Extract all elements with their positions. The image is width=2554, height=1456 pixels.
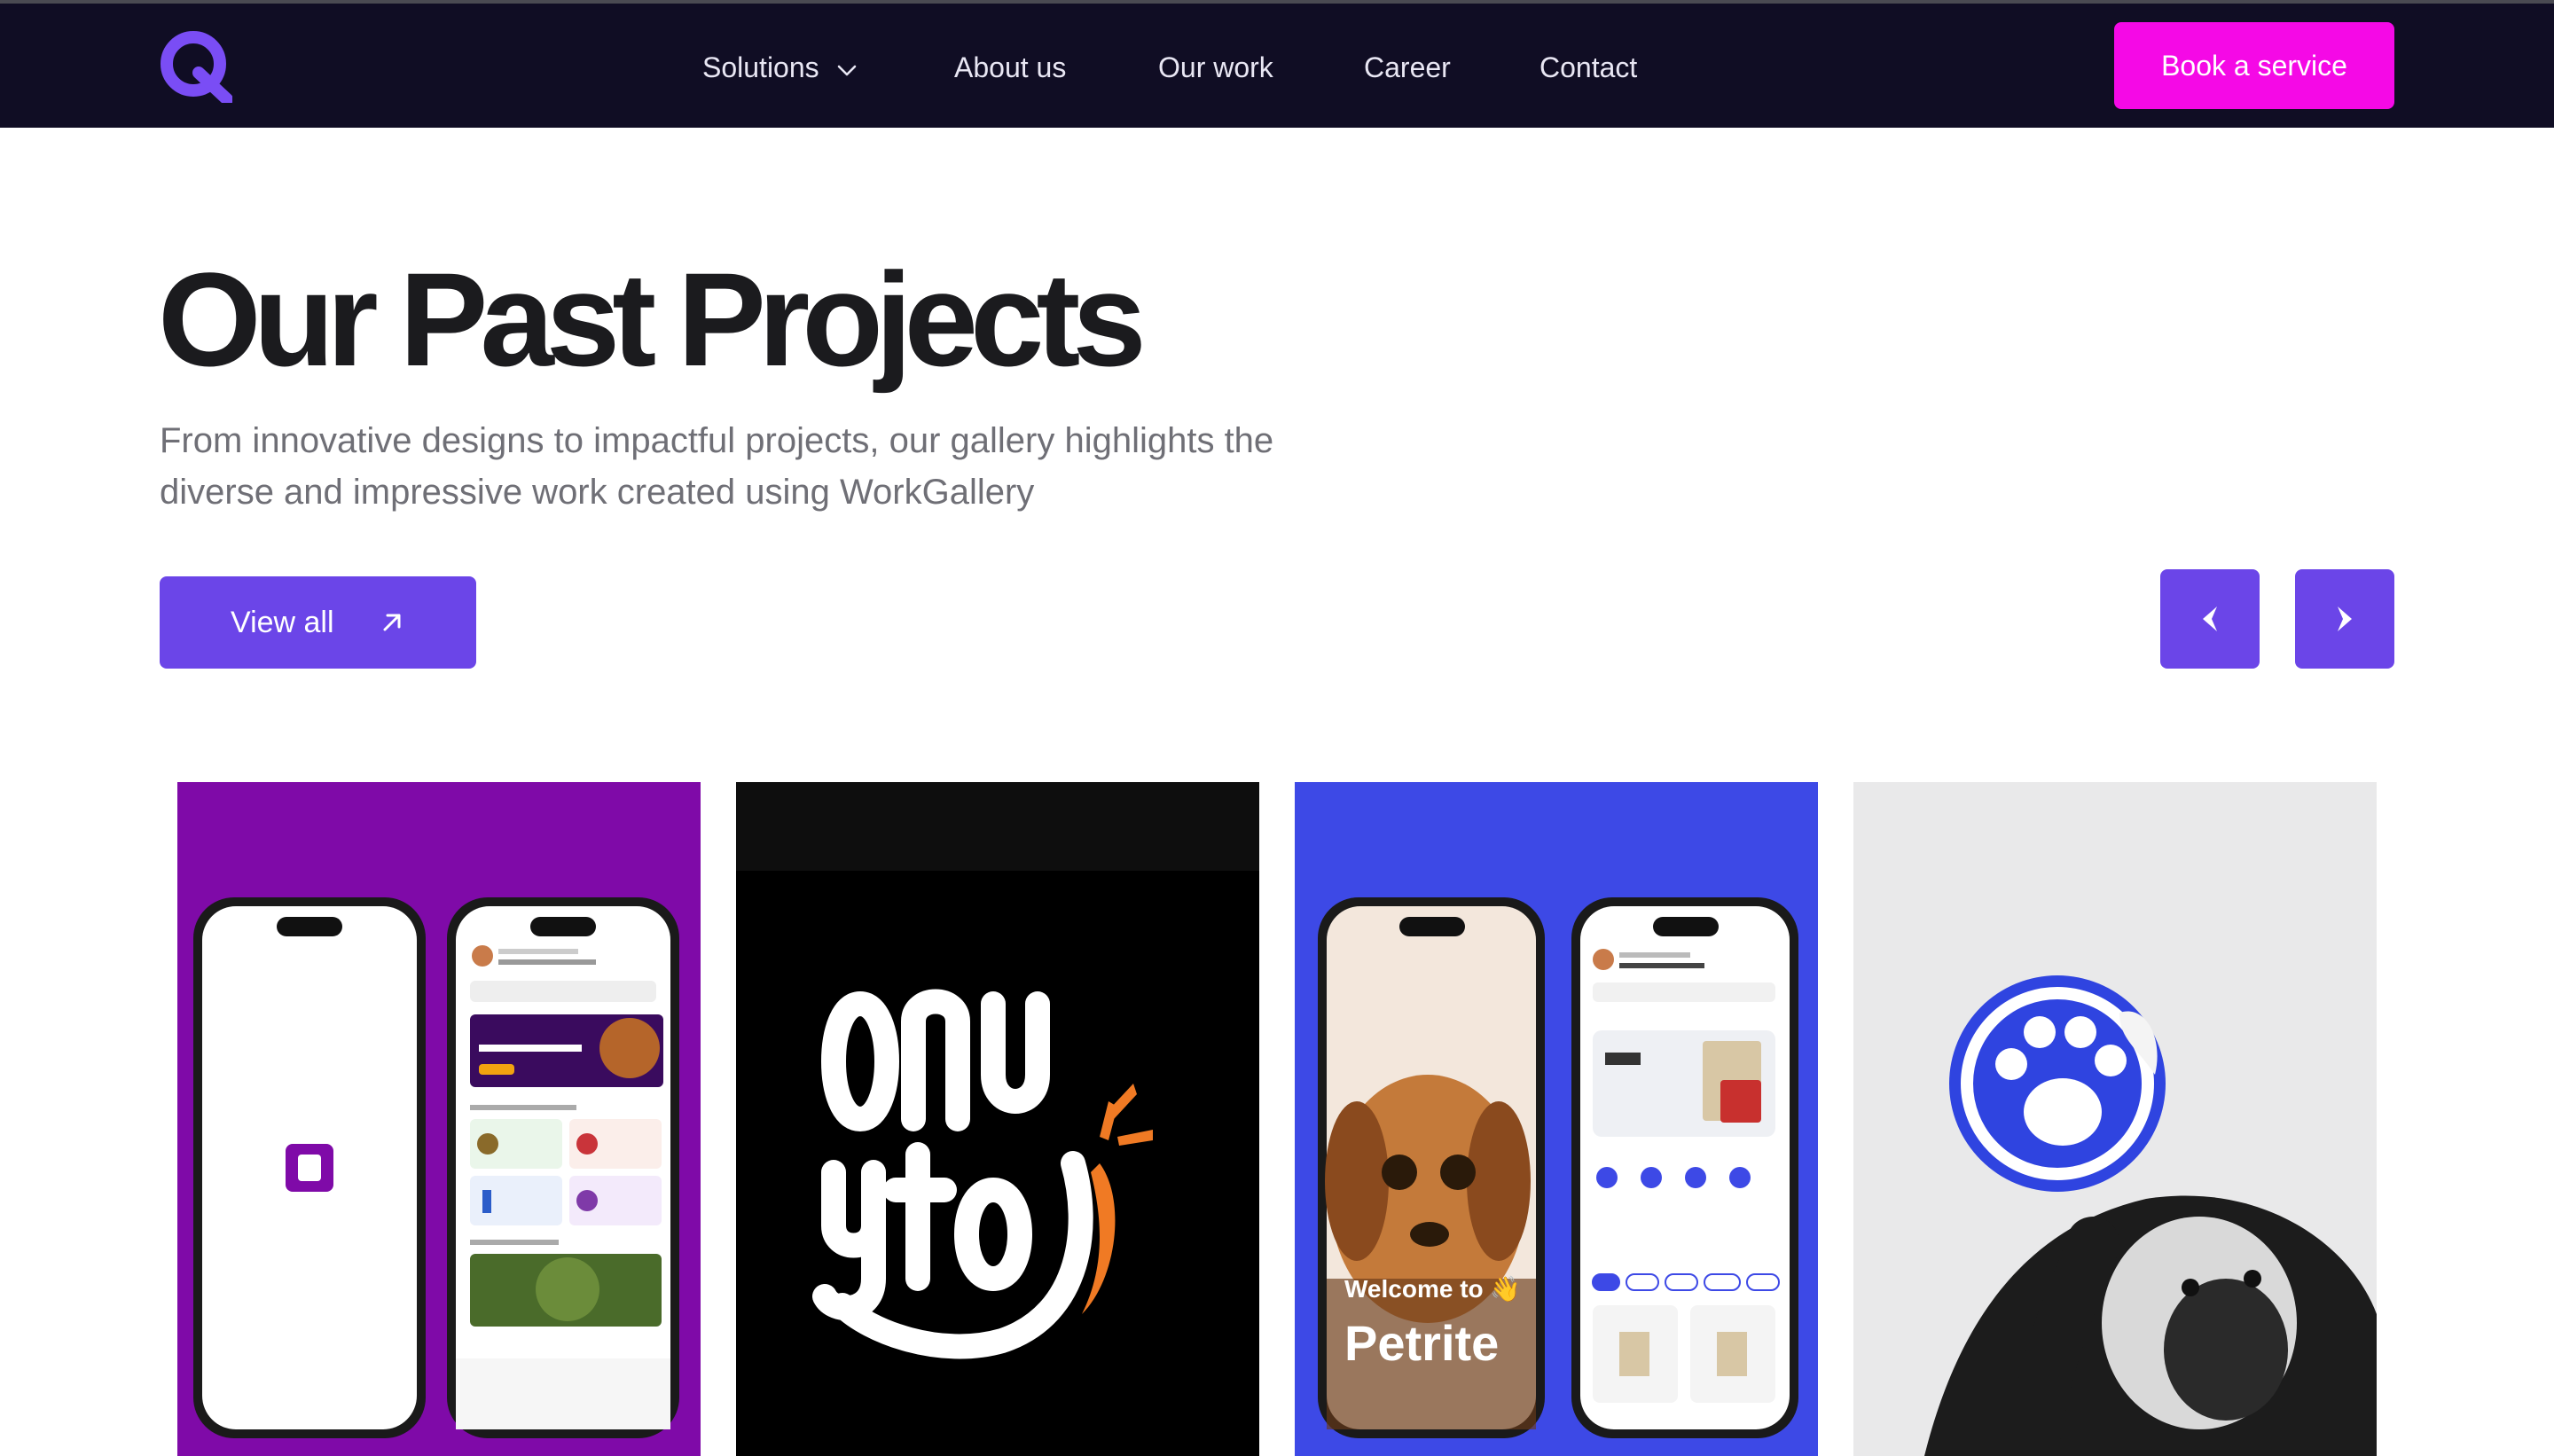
- onuyto-logo-image: [736, 782, 1259, 1359]
- carousel-prev-button[interactable]: [2160, 569, 2260, 669]
- page-subtitle: From innovative designs to impactful pro…: [160, 421, 1274, 512]
- nav-contact[interactable]: Contact: [1539, 50, 1637, 85]
- petrite-name-text: Petrite: [1344, 1315, 1500, 1371]
- project-card-petrite[interactable]: Welcome to 👋 Petrite: [1295, 782, 1818, 1456]
- view-all-label: View all: [231, 606, 334, 639]
- paw-sticker-dog-image: [1924, 975, 2377, 1456]
- nav-solutions-label: Solutions: [702, 51, 819, 83]
- food-app-mockup-image: [193, 897, 679, 1438]
- nav-our-work[interactable]: Our work: [1158, 50, 1273, 85]
- nav-solutions[interactable]: Solutions: [702, 50, 858, 85]
- page-title: Our Past Projects: [158, 245, 1147, 394]
- nav-career[interactable]: Career: [1364, 50, 1451, 85]
- arrow-up-right-icon: [383, 614, 401, 631]
- chevron-right-icon: [2338, 607, 2352, 631]
- top-navbar: Solutions About us Our work Career Conta…: [0, 4, 2554, 128]
- project-card-paw-brand[interactable]: [1853, 782, 2377, 1456]
- carousel-next-button[interactable]: [2295, 569, 2394, 669]
- nav-about-us[interactable]: About us: [954, 50, 1066, 85]
- chevron-down-icon: [837, 65, 856, 75]
- chevron-left-icon: [2203, 607, 2217, 631]
- project-card-food-app[interactable]: [177, 782, 701, 1456]
- petrite-welcome-text: Welcome to 👋: [1344, 1275, 1522, 1303]
- view-all-button[interactable]: View all: [160, 576, 476, 669]
- book-service-button[interactable]: Book a service: [2114, 22, 2394, 109]
- project-card-onuyto[interactable]: [736, 782, 1259, 1456]
